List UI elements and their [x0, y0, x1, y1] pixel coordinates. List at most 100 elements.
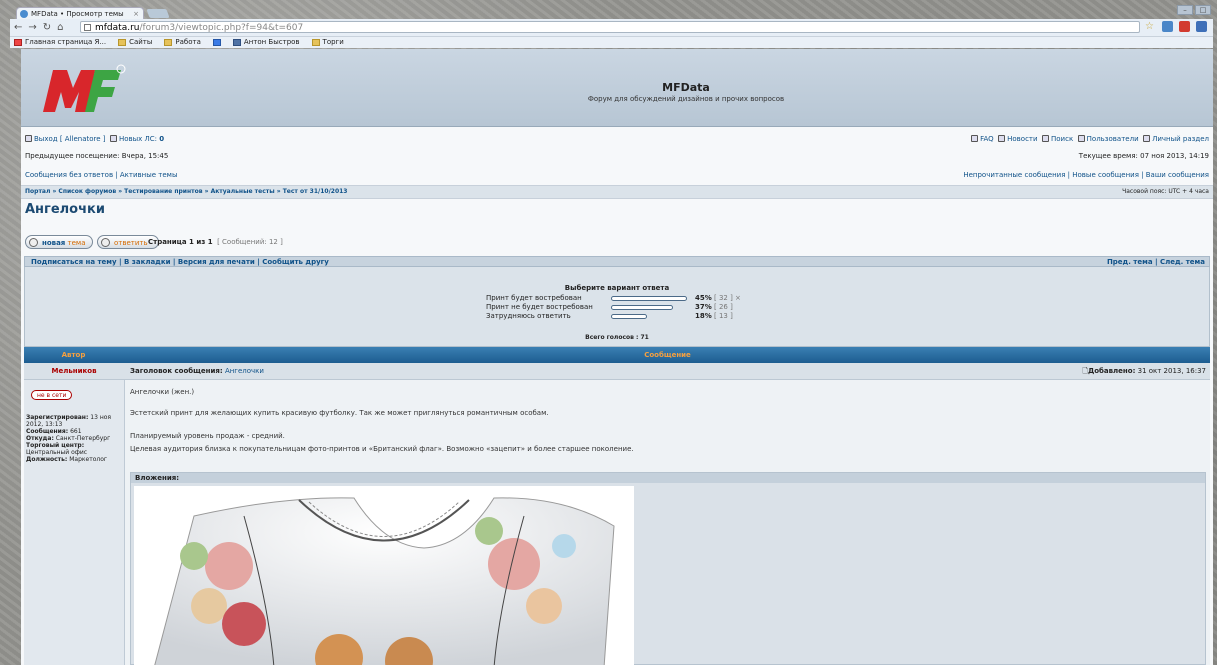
maximize-icon[interactable]: □ [1195, 5, 1211, 15]
last-visit: Предыдущее посещение: Вчера, 15:45 [25, 152, 169, 160]
post-author[interactable]: Мельников [24, 363, 124, 379]
page-icon [84, 24, 91, 31]
poll-bar [611, 305, 673, 310]
topic-actions-bar: Подписаться на тему | В закладки | Верси… [24, 256, 1210, 267]
breadcrumb: Портал » Список форумов » Тестирование п… [21, 185, 1213, 199]
news-link[interactable]: Новости [1007, 135, 1037, 143]
new-topic-icon [29, 238, 38, 247]
attachment-image[interactable] [134, 486, 634, 665]
bookmark-work[interactable]: Работа [164, 37, 201, 48]
poll-question: Выберите вариант ответа [564, 284, 670, 292]
minimize-icon[interactable]: – [1177, 5, 1193, 15]
user-bar: Выход [ Allenatore ] Новых ЛС: 0 FAQ Нов… [25, 133, 1209, 145]
message-count: [ Сообщений: 12 ] [217, 238, 283, 246]
new-pm-label[interactable]: Новых ЛС: [119, 135, 157, 143]
extension-icons: ☆ [1145, 21, 1207, 32]
unread-new-own-links[interactable]: Непрочитанные сообщения | Новые сообщени… [963, 169, 1209, 181]
poll-result: 18% [ 13 ] [695, 312, 733, 320]
topic-actions[interactable]: Подписаться на тему | В закладки | Верси… [31, 257, 329, 267]
reply-icon [101, 238, 110, 247]
reload-icon[interactable]: ↻ [43, 21, 51, 34]
post-line: Планируемый уровень продаж - средний. [130, 432, 285, 440]
pagination: Страница 1 из 1 [ Сообщений: 12 ] [148, 238, 283, 246]
faq-icon [971, 135, 979, 142]
profile-icon [1143, 135, 1151, 142]
poll-result: 37% [ 26 ] [695, 303, 733, 311]
folder-icon [164, 39, 173, 46]
poll: Выберите вариант ответа Принт будет вост… [24, 267, 1210, 347]
forward-icon[interactable]: → [28, 21, 36, 34]
bookmark-vk[interactable]: Антон Быстров [232, 37, 300, 48]
extension-icon[interactable] [1162, 21, 1173, 32]
browser-tab[interactable]: MFData • Просмотр темы × [16, 7, 144, 19]
pm-icon [109, 135, 117, 142]
author-column [24, 363, 125, 665]
prev-next-topic[interactable]: Пред. тема | След. тема [1107, 257, 1205, 267]
tab-close-icon[interactable]: × [133, 8, 139, 19]
poll-option-label: Принт не будет востребован [486, 303, 593, 311]
timezone: Часовой пояс: UTC + 4 часа [1122, 188, 1209, 195]
post-line: Ангелочки (жен.) [130, 388, 195, 396]
author-profile: Зарегистрирован: 13 ноя 2012, 13:13 Сооб… [26, 414, 112, 463]
browser-toolbar: ← → ↻ ⌂ mfdata.ru/forum3/viewtopic.php?f… [10, 19, 1213, 37]
favicon-icon [20, 10, 28, 18]
topic-title[interactable]: Ангелочки [25, 202, 105, 217]
bookmark-google[interactable] [212, 37, 221, 48]
bookmark-sites[interactable]: Сайты [118, 37, 152, 48]
back-icon[interactable]: ← [14, 21, 22, 34]
posts-table-header: Автор Сообщение [24, 347, 1210, 363]
col-author: Автор [61, 351, 86, 359]
url-path: /forum3/viewtopic.php?f=94&t=607 [139, 23, 304, 33]
home-icon[interactable]: ⌂ [57, 21, 63, 34]
attachments-label: Вложения: [131, 473, 1205, 483]
poll-result: 45% [ 32 ] × [695, 294, 741, 302]
new-topic-button[interactable]: новая тема [25, 235, 93, 249]
bookmark-star-icon[interactable]: ☆ [1145, 21, 1156, 32]
bookmark-torgi[interactable]: Торги [311, 37, 344, 48]
poll-total: Всего голосов : 71 [585, 334, 649, 341]
folder-icon [118, 39, 127, 46]
bookmarks-bar: Главная страница Я... Сайты Работа Антон… [10, 37, 1213, 48]
forum-page: MFData Форум для обсуждений дизайнов и п… [21, 49, 1213, 665]
post: Мельников Заголовок сообщения: Ангелочки… [24, 363, 1210, 665]
unanswered-active-links[interactable]: Сообщения без ответов | Активные темы [25, 169, 178, 181]
poll-bar [611, 314, 647, 319]
tshirt-print-image [134, 486, 634, 665]
users-link[interactable]: Пользователи [1087, 135, 1139, 143]
post-date: 🗋Добавлено: 31 окт 2013, 16:37 [1082, 367, 1206, 375]
ucp-link[interactable]: Личный раздел [1152, 135, 1209, 143]
new-pm-count[interactable]: 0 [159, 135, 164, 143]
faq-link[interactable]: FAQ [980, 135, 994, 143]
site-name: MFData [662, 81, 710, 94]
new-tab-button[interactable] [146, 9, 170, 18]
tab-title: MFData • Просмотр темы [31, 10, 124, 18]
url-host: mfdata.ru [95, 23, 140, 33]
window-controls: – □ [1177, 5, 1211, 15]
post-subject: Заголовок сообщения: Ангелочки [130, 367, 264, 375]
bookmark-yandex[interactable]: Главная страница Я... [14, 37, 106, 48]
site-logo[interactable] [41, 62, 127, 117]
gmail-icon[interactable] [1179, 21, 1190, 32]
page-number: Страница 1 из 1 [148, 238, 213, 246]
site-header: MFData Форум для обсуждений дизайнов и п… [21, 49, 1213, 127]
post-line: Эстетский принт для желающих купить крас… [130, 409, 549, 417]
visit-info: Предыдущее посещение: Вчера, 15:45 Текущ… [25, 150, 1209, 162]
google-icon [212, 39, 221, 46]
col-message: Сообщение [644, 351, 691, 359]
yandex-icon [14, 39, 22, 46]
browser-tabbar: MFData • Просмотр темы × – □ [10, 5, 1213, 19]
attachments: Вложения: [130, 472, 1206, 665]
site-description: Форум для обсуждений дизайнов и прочих в… [587, 95, 785, 103]
logout-link[interactable]: Выход [ Allenatore ] [34, 135, 106, 143]
post-subject-row: Мельников Заголовок сообщения: Ангелочки… [24, 363, 1210, 380]
address-bar[interactable]: mfdata.ru/forum3/viewtopic.php?f=94&t=60… [80, 21, 1140, 33]
nav-buttons: ← → ↻ ⌂ [14, 21, 64, 34]
poll-option-label: Затрудняюсь ответить [486, 312, 571, 320]
poll-bar [611, 296, 687, 301]
search-link[interactable]: Поиск [1051, 135, 1073, 143]
extension-icon-2[interactable] [1196, 21, 1207, 32]
poll-option-label: Принт будет востребован [486, 294, 582, 302]
breadcrumb-path[interactable]: Портал » Список форумов » Тестирование п… [25, 186, 347, 197]
status-badge: не в сети [31, 390, 73, 400]
quick-links: Сообщения без ответов | Активные темы Не… [25, 169, 1209, 181]
